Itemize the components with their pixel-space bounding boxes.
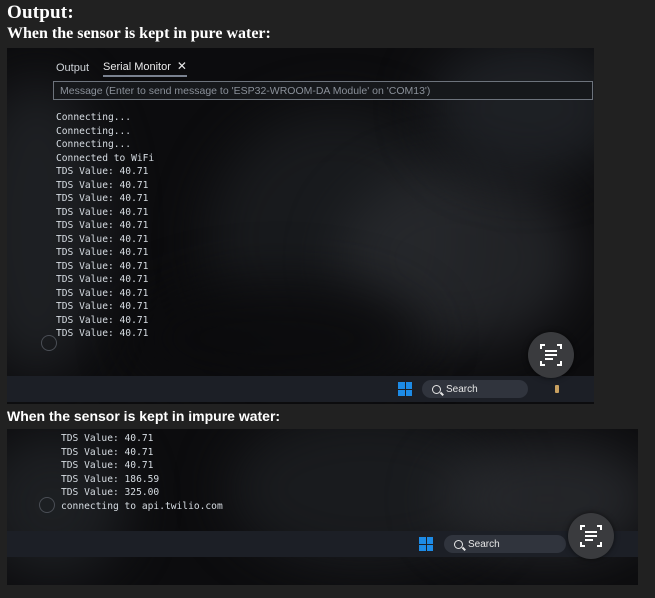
- log-line: Connected to WiFi: [56, 152, 155, 164]
- log-line: TDS Value: 40.71: [56, 166, 149, 177]
- pure-water-caption: When the sensor is kept in pure water:: [7, 25, 271, 42]
- lens-scan-icon[interactable]: [568, 513, 614, 559]
- settings-icon: [41, 335, 57, 351]
- taskbar-search[interactable]: Search: [422, 380, 528, 398]
- lens-scan-icon[interactable]: [528, 332, 574, 378]
- log-line: TDS Value: 40.71: [56, 206, 149, 218]
- close-icon[interactable]: ✕: [177, 59, 187, 73]
- log-line: TDS Value: 40.71: [61, 460, 154, 471]
- taskbar-search[interactable]: Search: [444, 535, 566, 553]
- log-line: TDS Value: 40.71: [56, 287, 149, 299]
- windows-taskbar: Search: [7, 531, 638, 557]
- log-line: TDS Value: 40.71: [61, 446, 154, 458]
- log-line: TDS Value: 40.71: [56, 260, 149, 272]
- log-line: TDS Value: 40.71: [56, 193, 149, 204]
- pure-water-screenshot: Output Serial Monitor ✕ Message (Enter to…: [7, 48, 594, 404]
- tab-serial-monitor[interactable]: Serial Monitor ✕: [103, 59, 187, 77]
- windows-start-icon[interactable]: [419, 537, 433, 551]
- tray-icon: [555, 385, 559, 393]
- log-line: TDS Value: 40.71: [56, 220, 149, 231]
- search-icon: [432, 384, 441, 394]
- page-heading: Output:: [7, 2, 74, 23]
- log-line: Connecting...: [56, 112, 132, 123]
- log-line: TDS Value: 40.71: [56, 301, 149, 312]
- search-label: Search: [446, 383, 478, 395]
- log-line: Connecting...: [56, 139, 132, 150]
- log-line: TDS Value: 325.00: [61, 487, 160, 498]
- log-line: TDS Value: 40.71: [56, 328, 149, 339]
- tab-output[interactable]: Output: [56, 62, 89, 74]
- settings-icon: [39, 497, 55, 513]
- log-line: Connecting...: [56, 125, 132, 137]
- serial-output-impure: TDS Value: 40.71 TDS Value: 40.71 TDS Va…: [61, 432, 223, 513]
- log-line: TDS Value: 40.71: [56, 233, 149, 245]
- log-line: connecting to api.twilio.com: [61, 500, 223, 512]
- log-line: TDS Value: 40.71: [56, 179, 149, 191]
- message-input[interactable]: Message (Enter to send message to 'ESP32…: [53, 81, 593, 100]
- serial-output-pure: Connecting... Connecting... Connecting..…: [56, 111, 154, 341]
- windows-start-icon[interactable]: [398, 382, 412, 396]
- log-line: TDS Value: 186.59: [61, 473, 160, 485]
- impure-water-screenshot: TDS Value: 40.71 TDS Value: 40.71 TDS Va…: [7, 429, 638, 585]
- log-line: TDS Value: 40.71: [61, 433, 154, 444]
- log-line: TDS Value: 40.71: [56, 314, 149, 326]
- search-icon: [454, 539, 463, 549]
- impure-water-caption: When the sensor is kept in impure water:: [7, 408, 281, 424]
- log-line: TDS Value: 40.71: [56, 274, 149, 285]
- windows-taskbar: Search: [7, 376, 594, 402]
- search-label: Search: [468, 538, 500, 550]
- log-line: TDS Value: 40.71: [56, 247, 149, 258]
- serial-tabs: Output Serial Monitor ✕: [56, 59, 187, 77]
- tab-serial-monitor-label: Serial Monitor: [103, 61, 171, 73]
